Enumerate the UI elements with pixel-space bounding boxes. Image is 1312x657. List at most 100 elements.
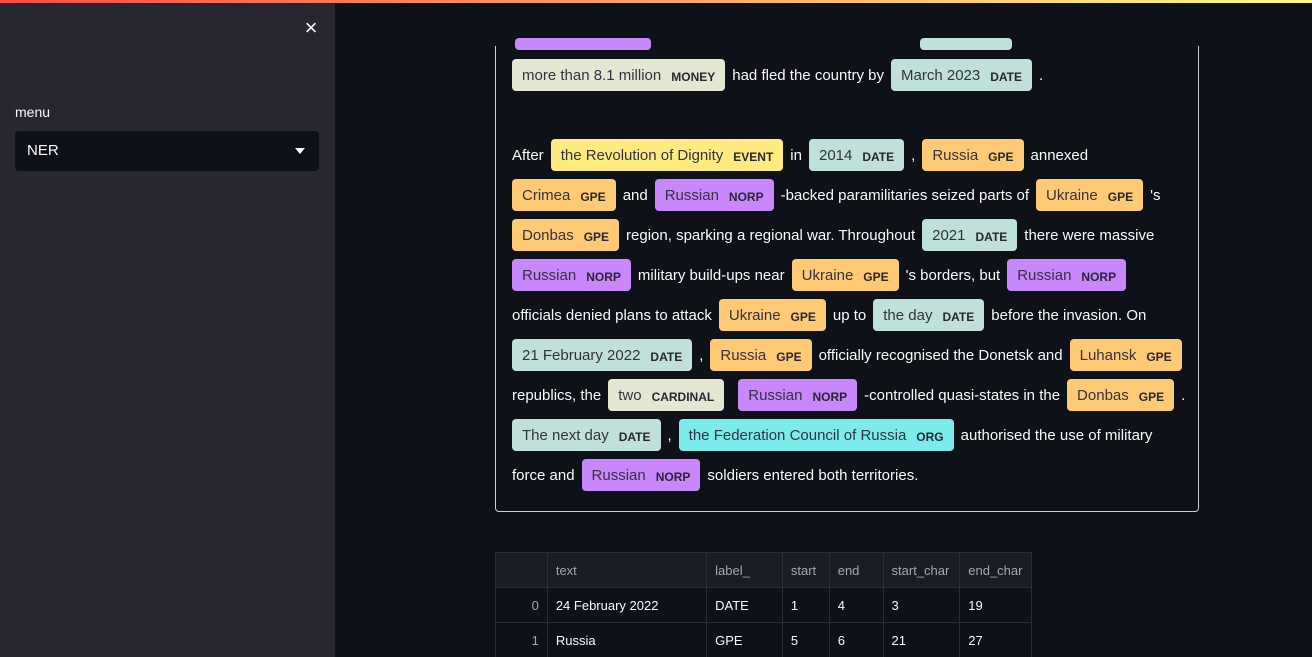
entity-text: 2021: [932, 226, 966, 244]
table-cell[interactable]: 0: [496, 588, 548, 622]
chevron-down-icon: [295, 148, 305, 154]
entity-label: NORP: [586, 269, 621, 284]
entity-highlight: 21 February 2022 DATE: [512, 339, 693, 371]
entity-text: the Revolution of Dignity: [560, 146, 724, 164]
entity-highlight: March 2023 DATE: [891, 59, 1033, 91]
plain-text: 's borders, but: [905, 266, 1001, 284]
entity-text: 2014: [818, 146, 853, 164]
table-header-cell[interactable]: start: [783, 553, 830, 587]
entity-label: GPE: [1138, 389, 1165, 404]
table-cell[interactable]: 1: [783, 588, 830, 622]
entity-highlight: Donbas GPE: [1067, 379, 1175, 411]
entity-label: ORG: [916, 429, 944, 444]
plain-text: ,: [667, 426, 672, 444]
menu-select[interactable]: NER: [15, 131, 319, 171]
plain-text: .: [1039, 66, 1044, 84]
entity-text: two: [618, 386, 642, 404]
plain-text: force and: [512, 466, 575, 484]
entity-label: GPE: [1146, 349, 1172, 364]
entity-text: Ukraine: [1046, 186, 1098, 204]
entity-label: GPE: [776, 349, 802, 364]
entity-text: 21 February 2022: [522, 346, 641, 364]
plain-text: ,: [699, 346, 704, 364]
entity-highlight: Russian NORP: [581, 459, 701, 491]
plain-text: region, sparking a regional war. Through…: [626, 226, 916, 244]
table-cell[interactable]: 24 February 2022: [548, 588, 708, 622]
entity-label: DATE: [618, 429, 651, 444]
table-header-cell[interactable]: [496, 553, 548, 587]
entity-text: Russian: [591, 466, 646, 484]
entity-label: NORP: [1081, 269, 1117, 284]
table-cell[interactable]: 1: [496, 623, 548, 657]
table-cell[interactable]: 19: [960, 588, 1031, 622]
table-header-cell[interactable]: end_char: [960, 553, 1031, 587]
plain-text: there were massive: [1024, 226, 1155, 244]
table-cell[interactable]: 5: [783, 623, 830, 657]
entity-highlight: Russian NORP: [654, 179, 774, 211]
plain-text: annexed: [1030, 146, 1089, 164]
entity-label: NORP: [812, 389, 848, 404]
entity-text: Russia: [932, 146, 979, 164]
plain-text: up to: [832, 306, 867, 324]
entity-highlight: Russian NORP: [738, 379, 858, 411]
plain-text: had fled the country by: [732, 66, 885, 84]
entity-highlight: The next day DATE: [512, 419, 661, 451]
entity-highlight: the day DATE: [873, 299, 985, 331]
ner-line: force and Russian NORP soldiers entered bot…: [512, 457, 918, 493]
entity-text: Russian: [664, 186, 719, 204]
table-row: 1 Russia GPE 5 6 21 27: [496, 623, 1031, 657]
ner-line: Donbas GPE region, sparking a regional war…: [512, 217, 1154, 253]
table-cell[interactable]: 27: [960, 623, 1031, 657]
entity-text: Russian: [522, 266, 577, 284]
table-cell[interactable]: DATE: [707, 588, 783, 622]
ner-line: After the Revolution of Dignity EVENT in 201…: [512, 137, 1088, 173]
entity-highlight: Russian NORP: [1007, 259, 1127, 291]
entity-highlight: Donbas GPE: [512, 219, 620, 251]
table-cell[interactable]: Russia: [548, 623, 708, 657]
entity-text: Russian: [748, 386, 803, 404]
entity-text: Ukraine: [728, 306, 781, 324]
menu-label: menu: [15, 104, 51, 120]
plain-text: ,: [911, 146, 916, 164]
ner-line: Crimea GPE and Russian NORP -backed paramilit…: [512, 177, 1160, 213]
plain-text: -backed paramilitaries seized parts of: [780, 186, 1030, 204]
entity-highlight: two CARDINAL: [608, 379, 725, 411]
table-header-row: text label_ start end start_char end_cha…: [496, 553, 1031, 588]
table-header-cell[interactable]: end: [830, 553, 884, 587]
table-cell[interactable]: 6: [830, 623, 884, 657]
table-cell[interactable]: GPE: [707, 623, 783, 657]
entity-label: DATE: [942, 309, 975, 324]
entity-label: GPE: [863, 269, 889, 284]
table-cell[interactable]: 4: [830, 588, 884, 622]
table-cell[interactable]: 21: [884, 623, 961, 657]
entity-label: GPE: [790, 309, 816, 324]
entity-text: more than 8.1 million: [522, 66, 662, 84]
entity-label: GPE: [580, 189, 606, 204]
plain-text: in: [790, 146, 802, 164]
entity-highlight: Russia GPE: [710, 339, 812, 371]
entity-text: Russian: [1017, 266, 1072, 284]
entity-text: Russia: [720, 346, 767, 364]
entity-label: EVENT: [733, 149, 774, 164]
ner-line: republics, the two CARDINAL Russian NORP -con…: [512, 377, 1185, 413]
table-cell[interactable]: 3: [884, 588, 961, 622]
table-header-cell[interactable]: text: [548, 553, 708, 587]
plain-text: 's: [1150, 186, 1161, 204]
plain-text: authorised the use of military: [960, 426, 1153, 444]
entity-highlight: Ukraine GPE: [718, 299, 826, 331]
entity-label: CARDINAL: [651, 389, 715, 404]
ner-line: 21 February 2022 DATE, Russia GPE officially…: [512, 337, 1189, 373]
table-header-cell[interactable]: start_char: [884, 553, 961, 587]
entity-text: The next day: [522, 426, 609, 444]
plain-text: and: [622, 186, 648, 204]
ner-line: The next day DATE, the Federation Council …: [512, 417, 1152, 453]
entity-label: NORP: [728, 189, 764, 204]
table-header-cell[interactable]: label_: [707, 553, 783, 587]
entity-label: GPE: [1107, 189, 1134, 204]
entity-highlight: more than 8.1 million MONEY: [512, 59, 726, 91]
sidebar: × menu NER: [0, 0, 335, 657]
entity-text: March 2023: [901, 66, 981, 84]
ner-line: more than 8.1 million MONEY had fled the c…: [512, 57, 1043, 93]
ner-visualization: more than 8.1 million MONEY had fled the c…: [495, 46, 1199, 512]
close-icon[interactable]: ×: [299, 16, 323, 40]
